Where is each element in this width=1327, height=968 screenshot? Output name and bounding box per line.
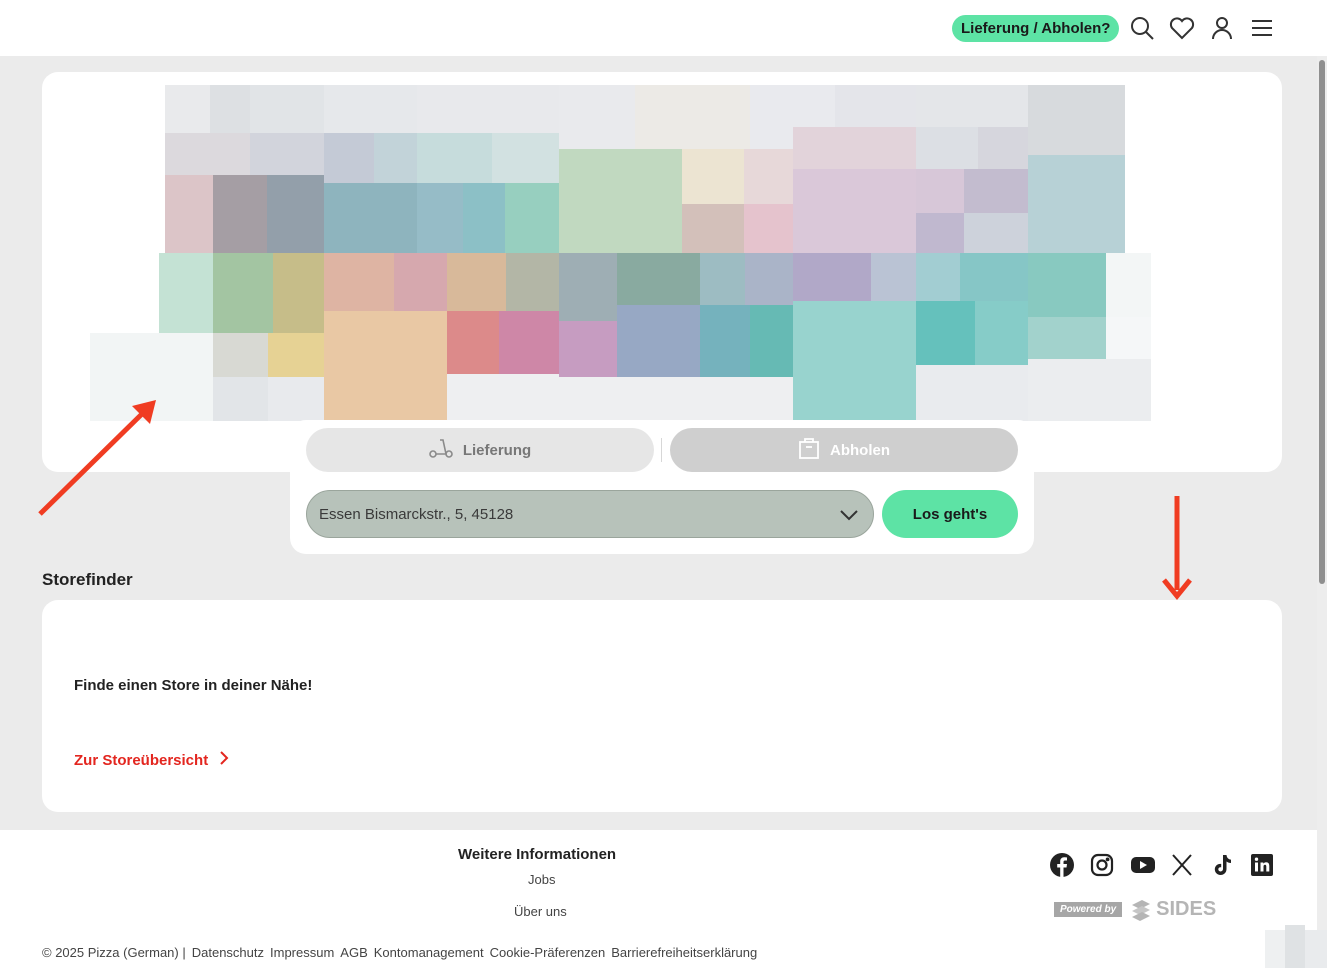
footer-link-jobs[interactable]: Jobs bbox=[528, 872, 555, 887]
chevron-right-icon bbox=[218, 750, 230, 770]
footer-info-title: Weitere Informationen bbox=[458, 846, 617, 863]
sides-logo-icon bbox=[1132, 899, 1151, 921]
menu-icon[interactable] bbox=[1248, 14, 1276, 42]
tab-pickup-label: Abholen bbox=[830, 441, 890, 459]
storefinder-title: Storefinder bbox=[42, 570, 133, 589]
go-button[interactable]: Los geht's bbox=[882, 490, 1018, 538]
tab-delivery-label: Lieferung bbox=[462, 441, 532, 459]
linkedin-icon[interactable] bbox=[1250, 853, 1274, 877]
store-overview-label: Zur Storeübersicht bbox=[74, 751, 209, 769]
facebook-icon[interactable] bbox=[1050, 853, 1074, 877]
legal-link-terms[interactable]: AGB bbox=[340, 945, 367, 960]
search-icon[interactable] bbox=[1128, 14, 1156, 42]
storefinder-lead: Finde einen Store in deiner Nähe! bbox=[74, 677, 313, 694]
social-links bbox=[1050, 853, 1274, 877]
legal-bar: © 2025 Pizza (German) | Datenschutz Impr… bbox=[42, 945, 757, 960]
legal-link-cookies[interactable]: Cookie-Präferenzen bbox=[490, 945, 606, 960]
user-icon[interactable] bbox=[1208, 14, 1236, 42]
x-icon[interactable] bbox=[1170, 853, 1194, 877]
chevron-down-icon bbox=[837, 503, 861, 527]
legal-link-accessibility[interactable]: Barrierefreiheitserklärung bbox=[611, 945, 757, 960]
tab-delivery[interactable]: Lieferung bbox=[306, 428, 654, 472]
site-footer: Weitere Informationen Jobs Über uns Powe… bbox=[0, 830, 1317, 968]
site-header: Lieferung / Abholen? bbox=[0, 0, 1327, 56]
storefinder-card: Finde einen Store in deiner Nähe! Zur St… bbox=[42, 600, 1282, 812]
heart-icon[interactable] bbox=[1168, 14, 1196, 42]
tab-divider bbox=[661, 438, 662, 462]
delivery-pickup-button[interactable]: Lieferung / Abholen? bbox=[952, 15, 1120, 42]
scrollbar-thumb[interactable] bbox=[1319, 60, 1325, 584]
legal-link-account[interactable]: Kontomanagement bbox=[374, 945, 484, 960]
legal-link-privacy[interactable]: Datenschutz bbox=[192, 945, 264, 960]
sides-wordmark: SIDES bbox=[1156, 898, 1217, 920]
instagram-icon[interactable] bbox=[1090, 853, 1114, 877]
annotation-arrow-diagonal bbox=[38, 400, 156, 516]
address-select[interactable]: Essen Bismarckstr., 5, 45128 bbox=[306, 490, 874, 538]
powered-by-badge: Powered by bbox=[1054, 902, 1123, 917]
copyright-text: © 2025 Pizza (German) | bbox=[42, 945, 186, 960]
tab-pickup[interactable]: Abholen bbox=[670, 428, 1018, 472]
hero-card bbox=[42, 72, 1282, 472]
shopping-bag-icon bbox=[798, 436, 820, 464]
sides-logo: SIDES bbox=[1130, 898, 1216, 921]
scooter-icon bbox=[429, 437, 453, 463]
legal-link-imprint[interactable]: Impressum bbox=[270, 945, 334, 960]
tiktok-icon[interactable] bbox=[1210, 853, 1234, 877]
annotation-arrow-down bbox=[1162, 496, 1192, 600]
order-panel: Lieferung Abholen Essen Bismarckstr., 5,… bbox=[290, 420, 1034, 554]
corner-widget[interactable] bbox=[1262, 925, 1327, 968]
address-value: Essen Bismarckstr., 5, 45128 bbox=[319, 505, 514, 523]
powered-by[interactable]: Powered by SIDES bbox=[1054, 898, 1216, 921]
footer-link-about[interactable]: Über uns bbox=[514, 904, 567, 919]
hero-image bbox=[42, 72, 1282, 472]
youtube-icon[interactable] bbox=[1130, 853, 1155, 877]
store-overview-link[interactable]: Zur Storeübersicht bbox=[74, 750, 230, 770]
